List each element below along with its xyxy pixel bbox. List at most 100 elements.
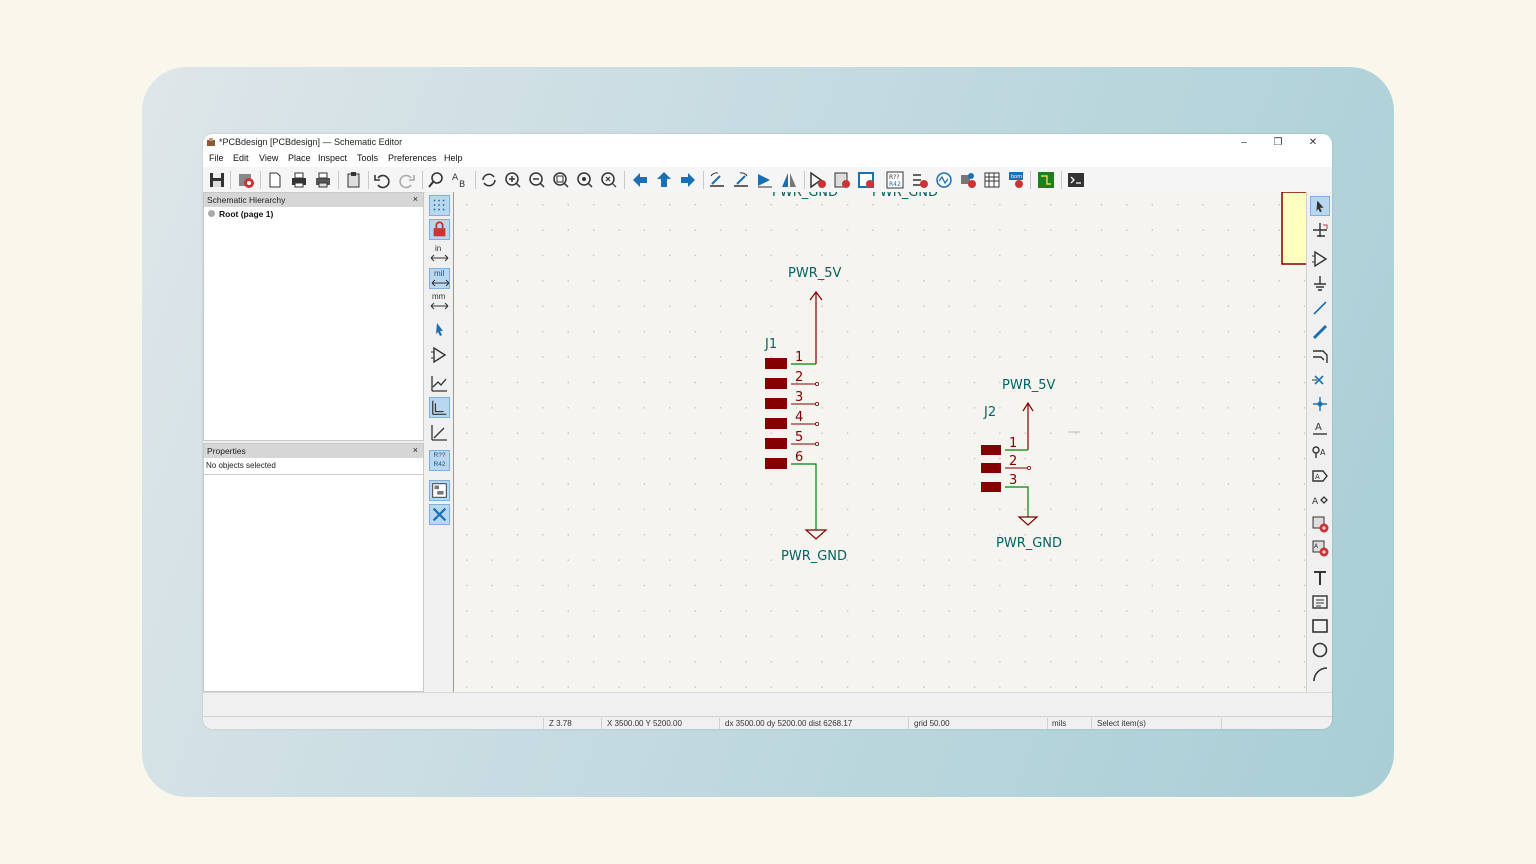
hierarchy-panel-toggle-icon[interactable] (429, 480, 450, 501)
menu-preferences[interactable]: Preferences (388, 153, 437, 163)
j1-pin-number: 2 (795, 370, 803, 385)
symbol-editor-icon[interactable] (808, 170, 828, 190)
properties-panel-toggle-icon[interactable] (429, 504, 450, 525)
zoom-out-icon[interactable] (527, 170, 547, 190)
new-page-icon[interactable] (265, 170, 285, 190)
svg-text:R42: R42 (889, 181, 901, 188)
menu-file[interactable]: File (209, 153, 224, 163)
line-mode-90-icon[interactable] (429, 397, 450, 418)
add-symbol-icon[interactable] (1310, 249, 1330, 269)
find-icon[interactable] (426, 170, 446, 190)
sheet-icon (208, 210, 215, 217)
highlight-net-icon[interactable] (1310, 220, 1330, 240)
menu-edit[interactable]: Edit (233, 153, 249, 163)
j2-power-bottom-label: PWR_GND (996, 536, 1062, 551)
menu-view[interactable]: View (259, 153, 278, 163)
cursor-style-icon[interactable] (429, 318, 450, 339)
line-mode-free-icon[interactable] (429, 373, 450, 394)
status-units: mils (1052, 719, 1067, 728)
minimize-button[interactable]: – (1229, 134, 1259, 151)
schematic-canvas[interactable]: PWR_GND PWR_GND PWR_5V J1 1 2 3 4 5 6 PW… (453, 192, 1306, 692)
j2-pin-number: 1 (1009, 436, 1017, 451)
hierarchy-title: Schematic Hierarchy (207, 195, 286, 205)
menu-place[interactable]: Place (288, 153, 311, 163)
units-mil-button[interactable]: mil (429, 268, 450, 289)
annotation-toggle-label[interactable]: R?? R42 (429, 450, 450, 471)
hierarchy-root-item[interactable]: Root (page 1) (204, 207, 423, 221)
find-replace-icon[interactable]: AB (450, 170, 470, 190)
bus-entry-icon[interactable] (1310, 346, 1330, 366)
bom-table-icon[interactable] (982, 170, 1002, 190)
global-label-icon[interactable]: A (1310, 466, 1330, 486)
annotate-icon[interactable] (856, 170, 876, 190)
svg-text:A: A (1315, 473, 1320, 481)
rotate-cw-icon[interactable] (731, 170, 751, 190)
add-wire-icon[interactable] (1310, 298, 1330, 318)
j1-pin-pad (765, 378, 787, 389)
svg-text:B: B (459, 180, 465, 190)
net-class-directive-icon[interactable]: A (1310, 442, 1330, 462)
pcb-editor-icon[interactable] (1036, 170, 1056, 190)
grid-lock-icon[interactable] (429, 219, 450, 240)
top-power-label-1: PWR_GND (772, 192, 838, 200)
add-sheet-icon[interactable] (1310, 514, 1330, 534)
mirror-horizontal-icon[interactable] (779, 170, 799, 190)
add-power-icon[interactable] (1310, 273, 1330, 293)
j1-pin-pad (765, 418, 787, 429)
zoom-selection-icon[interactable] (599, 170, 619, 190)
hidden-pins-icon[interactable] (429, 344, 450, 365)
save-icon[interactable] (207, 170, 227, 190)
import-sheet-pin-icon[interactable]: A (1310, 538, 1330, 558)
plot-icon[interactable] (313, 170, 333, 190)
navigate-forward-icon[interactable] (678, 170, 698, 190)
properties-close-icon[interactable]: × (413, 445, 418, 455)
mirror-vertical-icon[interactable] (755, 170, 775, 190)
add-rectangle-icon[interactable] (1310, 616, 1330, 636)
line-mode-45-icon[interactable] (429, 422, 450, 443)
zoom-fit-icon[interactable] (551, 170, 571, 190)
close-button[interactable]: ✕ (1298, 134, 1328, 151)
measure-arrow-icon (430, 254, 449, 262)
navigate-back-icon[interactable] (630, 170, 650, 190)
scripting-console-icon[interactable] (1066, 170, 1086, 190)
select-tool-icon[interactable] (1310, 196, 1330, 216)
erc-icon[interactable] (910, 170, 930, 190)
simulator-icon[interactable] (934, 170, 954, 190)
j1-connector[interactable]: 1 2 3 4 5 6 (765, 350, 819, 530)
undo-icon[interactable] (372, 170, 392, 190)
assign-footprints-icon[interactable] (958, 170, 978, 190)
add-junction-icon[interactable] (1310, 394, 1330, 414)
navigate-up-icon[interactable] (654, 170, 674, 190)
add-text-icon[interactable] (1310, 568, 1330, 588)
hierarchical-label-icon[interactable]: A (1310, 490, 1330, 510)
zoom-in-icon[interactable] (503, 170, 523, 190)
rotate-ccw-icon[interactable] (707, 170, 727, 190)
units-inch-button[interactable]: in (429, 244, 450, 265)
field-editor-icon[interactable]: R??R42 (885, 170, 905, 190)
add-bus-icon[interactable] (1310, 322, 1330, 342)
add-textbox-icon[interactable] (1310, 592, 1330, 612)
symbol-browser-icon[interactable] (832, 170, 852, 190)
j1-power-bottom-label: PWR_GND (781, 549, 847, 564)
print-icon[interactable] (289, 170, 309, 190)
zoom-objects-icon[interactable] (575, 170, 595, 190)
properties-empty-text: No objects selected (204, 458, 423, 475)
no-connect-icon[interactable] (1310, 370, 1330, 390)
redo-icon[interactable] (397, 170, 417, 190)
net-label-icon[interactable]: A (1310, 418, 1330, 438)
svg-text:A: A (1315, 422, 1322, 433)
refresh-icon[interactable] (479, 170, 499, 190)
menu-help[interactable]: Help (444, 153, 463, 163)
units-mm-button[interactable]: mm (429, 292, 450, 313)
schematic-setup-icon[interactable] (236, 170, 256, 190)
grid-toggle-icon[interactable] (429, 195, 450, 216)
bom-icon[interactable]: bom (1006, 170, 1026, 190)
j2-connector[interactable]: 1 2 3 (981, 436, 1032, 517)
add-arc-icon[interactable] (1310, 664, 1330, 684)
menu-inspect[interactable]: Inspect (318, 153, 347, 163)
add-circle-icon[interactable] (1310, 640, 1330, 660)
paste-icon[interactable] (344, 170, 364, 190)
maximize-button[interactable]: ❐ (1263, 134, 1293, 151)
hierarchy-close-icon[interactable]: × (413, 194, 418, 204)
menu-tools[interactable]: Tools (357, 153, 378, 163)
